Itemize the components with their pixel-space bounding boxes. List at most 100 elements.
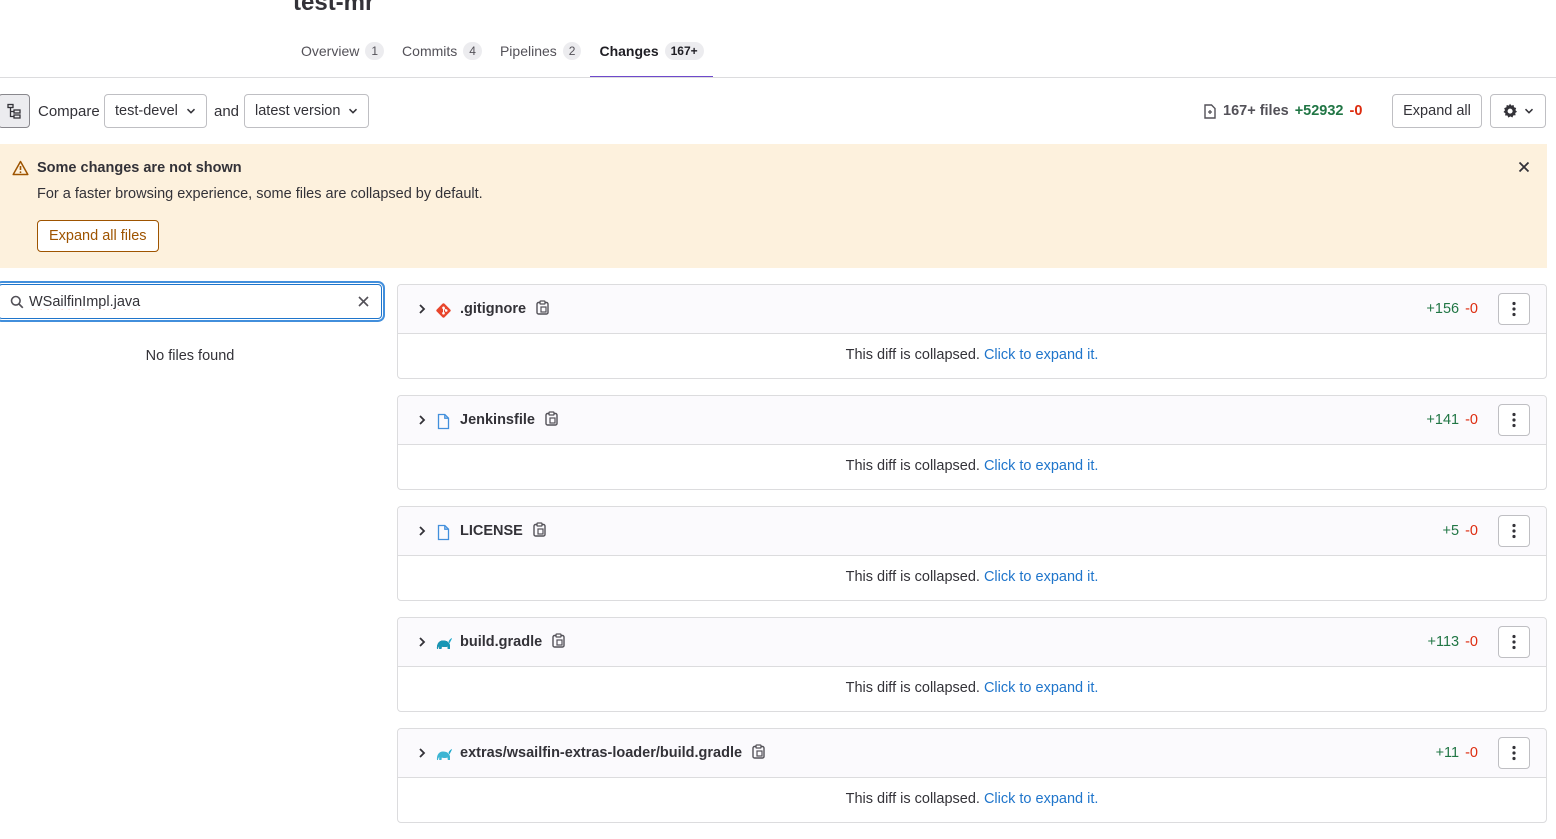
chevron-right-icon[interactable] — [417, 525, 427, 537]
kebab-menu-icon — [1512, 523, 1516, 539]
file-path[interactable]: .gitignore — [460, 300, 549, 317]
chevron-down-icon — [186, 108, 195, 114]
target-version-dropdown[interactable]: latest version — [244, 94, 370, 128]
diff-file: build.gradle +113 -0 This diff is collap… — [397, 617, 1547, 712]
file-additions: +156 — [1426, 301, 1460, 317]
file-path[interactable]: extras/wsailfin-extras-loader/build.grad… — [460, 744, 765, 761]
file-stats: +5 -0 — [1443, 523, 1478, 539]
copy-icon[interactable] — [752, 744, 765, 759]
file-name: Jenkinsfile — [460, 412, 535, 428]
merge-request-tabs: Overview 1 Commits 4 Pipelines 2 Changes… — [292, 36, 713, 78]
diff-file: LICENSE +5 -0 This diff is collapsed. Cl… — [397, 506, 1547, 601]
total-additions: +52932 — [1294, 103, 1344, 119]
compare-label: Compare — [38, 103, 100, 120]
expand-diff-link[interactable]: Click to expand it. — [984, 347, 1098, 363]
tab-count-badge: 1 — [365, 42, 385, 60]
file-path[interactable]: Jenkinsfile — [460, 411, 558, 428]
target-version-value: latest version — [255, 103, 341, 119]
file-stats: +113 -0 — [1428, 634, 1479, 650]
file-name: LICENSE — [460, 523, 523, 539]
tab-pipelines[interactable]: Pipelines 2 — [491, 36, 591, 78]
no-files-message: No files found — [145, 348, 235, 364]
expand-all-button[interactable]: Expand all — [1392, 94, 1482, 128]
diff-file-header[interactable]: extras/wsailfin-extras-loader/build.grad… — [398, 729, 1546, 778]
collapsed-diff-notice: This diff is collapsed. Click to expand … — [398, 347, 1546, 363]
diff-file-header[interactable]: LICENSE +5 -0 — [398, 507, 1546, 556]
file-path[interactable]: build.gradle — [460, 633, 565, 650]
diff-file-header[interactable]: Jenkinsfile +141 -0 — [398, 396, 1546, 445]
file-name: extras/wsailfin-extras-loader/build.grad… — [460, 745, 743, 761]
diff-toolbar: Compare test-devel and latest version 16… — [0, 94, 1556, 128]
tab-count-badge: 2 — [562, 42, 582, 60]
gradle-icon — [436, 638, 452, 649]
gear-icon — [1503, 103, 1517, 118]
collapsed-text: This diff is collapsed. — [845, 347, 980, 363]
expand-diff-link[interactable]: Click to expand it. — [984, 680, 1098, 696]
expand-diff-link[interactable]: Click to expand it. — [984, 791, 1098, 807]
file-additions: +113 — [1427, 634, 1460, 650]
tab-count-badge: 4 — [463, 42, 482, 60]
file-deletions: -0 — [1465, 634, 1478, 650]
file-options-button[interactable] — [1498, 626, 1530, 658]
copy-icon[interactable] — [545, 411, 558, 426]
tab-changes[interactable]: Changes 167+ — [590, 36, 713, 78]
kebab-menu-icon — [1512, 745, 1516, 761]
file-path[interactable]: LICENSE — [460, 522, 546, 539]
chevron-right-icon[interactable] — [417, 414, 427, 426]
file-options-button[interactable] — [1498, 515, 1530, 547]
copy-icon[interactable] — [552, 633, 565, 648]
tab-overview[interactable]: Overview 1 — [292, 36, 393, 78]
tab-commits[interactable]: Commits 4 — [393, 36, 491, 78]
file-deletions: -0 — [1465, 412, 1478, 428]
total-deletions: -0 — [1349, 103, 1363, 119]
diff-file-list: .gitignore +156 -0 This diff is collapse… — [397, 284, 1547, 839]
close-icon[interactable] — [1517, 160, 1531, 174]
collapsed-diff-notice: This diff is collapsed. Click to expand … — [398, 680, 1546, 696]
and-label: and — [214, 103, 240, 120]
file-diff-icon — [1204, 103, 1216, 119]
file-options-button[interactable] — [1498, 293, 1530, 325]
chevron-right-icon[interactable] — [417, 747, 427, 759]
page-title: test-mr — [293, 0, 375, 16]
diff-stats: 167+ files +52932 -0 — [1203, 103, 1362, 119]
collapsed-text: This diff is collapsed. — [845, 458, 980, 474]
copy-icon[interactable] — [536, 300, 549, 315]
alert-body: For a faster browsing experience, some f… — [37, 186, 483, 202]
collapsed-diff-notice: This diff is collapsed. Click to expand … — [398, 569, 1546, 585]
file-stats: +11 -0 — [1436, 745, 1478, 761]
collapsed-files-alert: Some changes are not shown For a faster … — [0, 144, 1547, 268]
diff-file: .gitignore +156 -0 This diff is collapse… — [397, 284, 1547, 379]
file-options-button[interactable] — [1498, 404, 1530, 436]
expand-all-files-button[interactable]: Expand all files — [37, 220, 159, 252]
clear-icon[interactable] — [357, 295, 370, 308]
gradle-icon — [436, 749, 452, 760]
collapsed-diff-notice: This diff is collapsed. Click to expand … — [398, 458, 1546, 474]
file-search-field[interactable] — [0, 284, 382, 319]
tabs-divider — [0, 77, 1556, 78]
file-deletions: -0 — [1465, 523, 1478, 539]
expand-diff-link[interactable]: Click to expand it. — [984, 569, 1098, 585]
toggle-file-tree-button[interactable] — [0, 94, 30, 128]
file-options-button[interactable] — [1498, 737, 1530, 769]
diff-file-header[interactable]: .gitignore +156 -0 — [398, 285, 1546, 334]
file-deletions: -0 — [1465, 301, 1478, 317]
collapsed-diff-notice: This diff is collapsed. Click to expand … — [398, 791, 1546, 807]
kebab-menu-icon — [1512, 634, 1516, 650]
tab-label: Pipelines — [499, 43, 557, 59]
diff-file-header[interactable]: build.gradle +113 -0 — [398, 618, 1546, 667]
file-additions: +11 — [1435, 745, 1460, 761]
expand-diff-link[interactable]: Click to expand it. — [984, 458, 1098, 474]
collapsed-text: This diff is collapsed. — [845, 680, 980, 696]
search-icon — [10, 295, 24, 309]
diff-settings-button[interactable] — [1490, 94, 1546, 128]
git-icon — [436, 303, 451, 318]
tab-label: Changes — [599, 43, 659, 59]
file-name: build.gradle — [460, 634, 543, 650]
chevron-right-icon[interactable] — [417, 303, 427, 315]
chevron-down-icon — [349, 108, 358, 114]
copy-icon[interactable] — [533, 522, 546, 537]
chevron-right-icon[interactable] — [417, 636, 427, 648]
source-branch-dropdown[interactable]: test-devel — [104, 94, 207, 128]
file-search-input[interactable] — [29, 291, 339, 313]
file-name: .gitignore — [460, 301, 527, 317]
